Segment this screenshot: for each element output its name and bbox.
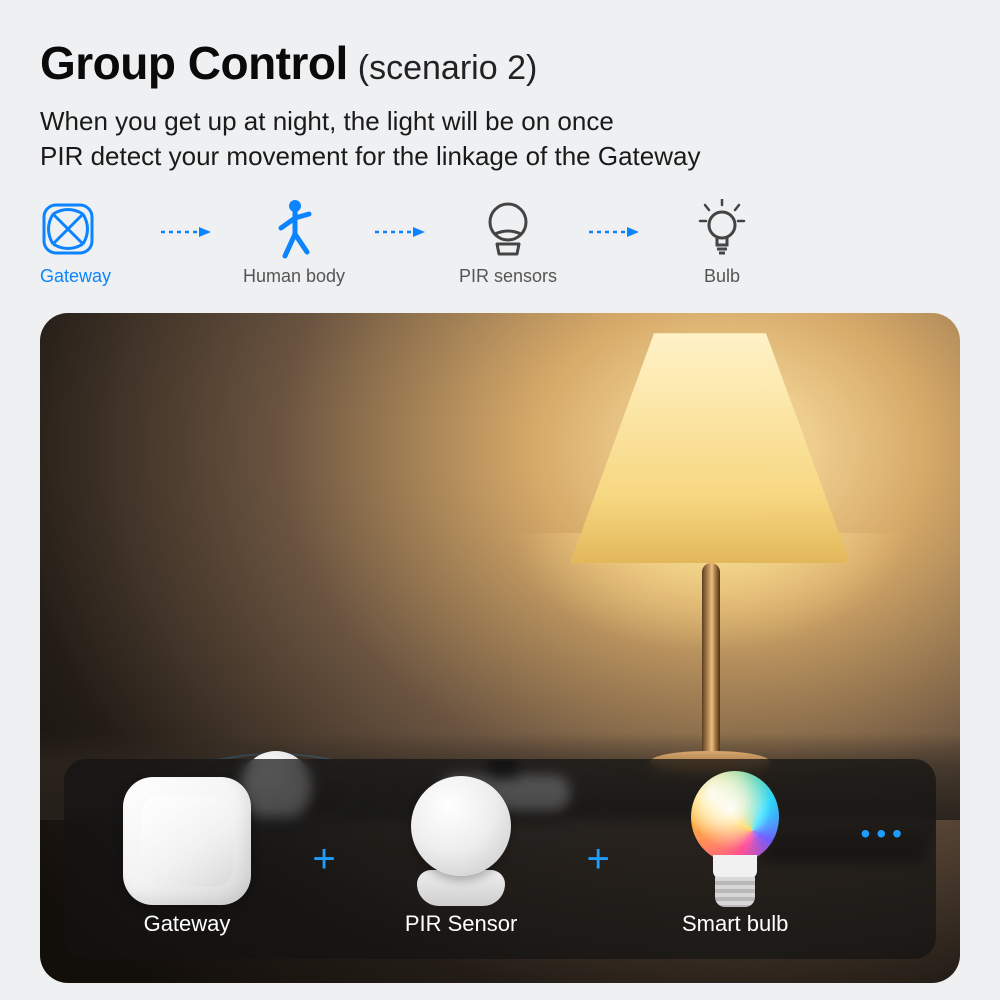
flow-gateway: Gateway: [40, 198, 140, 287]
title-subtitle: (scenario 2): [358, 49, 538, 88]
arrow-icon: [366, 225, 436, 239]
pir-sensor-icon: [483, 198, 533, 260]
scenario-image: Gateway + PIR Sensor + Smart bulb •••: [40, 313, 960, 983]
flow-human: Human body: [234, 198, 354, 287]
flow-gateway-label: Gateway: [40, 266, 111, 287]
bulb-icon: [697, 198, 747, 260]
human-icon: [271, 198, 317, 260]
gateway-product-icon: [123, 777, 251, 905]
sensor-product-icon: [401, 776, 521, 906]
more-icon: •••: [861, 818, 908, 850]
flow-pir-label: PIR sensors: [459, 266, 557, 287]
flow-human-label: Human body: [243, 266, 345, 287]
plus-icon: +: [586, 837, 609, 882]
product-sensor: PIR Sensor: [366, 781, 556, 937]
flow-bulb-label: Bulb: [704, 266, 740, 287]
product-bulb: Smart bulb: [640, 781, 830, 937]
product-gateway-label: Gateway: [144, 911, 231, 937]
flow-bulb: Bulb: [662, 198, 782, 287]
flow-pir: PIR sensors: [448, 198, 568, 287]
product-bar: Gateway + PIR Sensor + Smart bulb •••: [64, 759, 936, 959]
plus-icon: +: [312, 837, 335, 882]
title-bold: Group Control: [40, 36, 348, 90]
bulb-product-icon: [685, 771, 785, 911]
arrow-icon: [152, 225, 222, 239]
gateway-icon: [40, 198, 96, 260]
product-gateway: Gateway: [92, 781, 282, 937]
product-sensor-label: PIR Sensor: [405, 911, 518, 937]
description-text: When you get up at night, the light will…: [40, 104, 960, 174]
flow-diagram: Gateway Human body: [40, 198, 960, 287]
page-title: Group Control (scenario 2): [40, 36, 960, 90]
product-bulb-label: Smart bulb: [682, 911, 788, 937]
arrow-icon: [580, 225, 650, 239]
